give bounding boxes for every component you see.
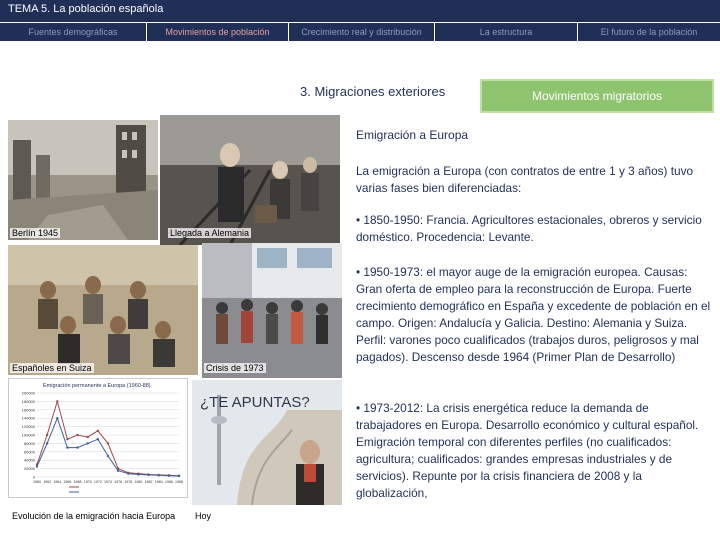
tab-movimientos-de-poblacion[interactable]: Movimientos de población — [147, 23, 288, 41]
chart-data-point — [35, 465, 39, 468]
train-station-illustration — [160, 115, 340, 245]
chart-data-point — [167, 474, 171, 477]
chart-x-tick-label: 1964 — [53, 480, 61, 484]
chart-data-point — [106, 442, 110, 445]
chart-data-point — [76, 446, 79, 449]
chart-data-point — [76, 433, 79, 437]
chart-x-ticks: 1960 1962 1964 1966 1968 1970 1972 1974 1976 1978… — [33, 480, 183, 484]
caption-chart: Evolución de la emigración hacia Europa — [10, 511, 178, 521]
photo-llegada-alemania: Llegada a Alemania — [160, 115, 340, 245]
slide-title: TEMA 5. La población española — [8, 3, 164, 15]
chart-data-point — [106, 454, 110, 458]
chart-series-line — [36, 416, 180, 477]
chart-x-tick-label: 1966 — [63, 480, 71, 484]
chart-data-point — [56, 400, 59, 403]
chart-data-point — [66, 446, 69, 449]
emigration-chart: Emigración permanente a Europa (1960-88)… — [8, 378, 188, 498]
chart-y-tick-label: 140000 — [22, 416, 36, 421]
chart-y-tick-label: 120000 — [22, 424, 36, 429]
phase-3-paragraph: • 1973-2012: La crisis energética reduce… — [356, 401, 699, 500]
chart-y-tick-label: 80000 — [24, 441, 36, 446]
subheading: Emigración a Europa — [356, 128, 469, 142]
tab-la-estructura[interactable]: La estructura — [435, 23, 577, 41]
chart-data-point — [86, 435, 89, 439]
photo-berlin-1945: Berlín 1945 — [8, 120, 158, 240]
chart-x-tick-label: 1986 — [165, 480, 173, 484]
chart-x-tick-label: 1976 — [114, 480, 122, 484]
chart-x-tick-label: 1960 — [33, 480, 41, 484]
chart-data-point — [116, 469, 120, 472]
caption-crisis: Crisis de 1973 — [204, 363, 266, 373]
chart-data-point — [157, 474, 160, 477]
photo-hoy: ¿TE APUNTAS? — [192, 380, 342, 505]
chart-data-point — [66, 438, 69, 441]
tab-fuentes-demograficas[interactable]: Fuentes demográficas — [0, 23, 146, 41]
chart-data-point — [147, 473, 150, 477]
phase-2-paragraph: • 1950-1973: el mayor auge de la emigrac… — [356, 265, 711, 364]
chart-x-tick-label: 1982 — [145, 480, 153, 484]
intro-paragraph: La emigración a Europa (con contratos de… — [356, 164, 694, 195]
today-headline: ¿TE APUNTAS? — [200, 394, 310, 411]
caption-llegada: Llegada a Alemania — [168, 228, 252, 238]
ruins-illustration — [8, 120, 158, 240]
chart-y-tick-label: 100000 — [22, 433, 36, 438]
caption-suiza: Españoles en Suiza — [10, 363, 94, 373]
chart-x-tick-label: 1962 — [43, 480, 51, 484]
section-badge[interactable]: Movimientos migratorios — [480, 79, 714, 113]
chart-y-tick-label: 0 — [33, 475, 36, 480]
emigration-line-chart: Emigración permanente a Europa (1960-88)… — [22, 383, 183, 493]
chart-series-lines — [36, 399, 180, 477]
tab-bar: Fuentes demográficas Movimientos de pobl… — [0, 22, 720, 42]
chart-data-point — [45, 442, 49, 445]
caption-berlin: Berlín 1945 — [10, 228, 61, 238]
chart-data-point — [45, 433, 49, 437]
tab-el-futuro[interactable]: El futuro de la población — [578, 23, 720, 41]
chart-x-tick-label: 1968 — [74, 480, 82, 484]
chart-title: Emigración permanente a Europa (1960-88) — [43, 383, 151, 389]
caption-hoy: Hoy — [193, 511, 214, 521]
chart-data-point — [137, 473, 140, 476]
chart-x-tick-label: 1988 — [175, 480, 183, 484]
chart-x-tick-label: 1972 — [94, 480, 102, 484]
chart-data-point — [96, 438, 100, 441]
chart-data-point — [116, 467, 120, 470]
chart-data-point — [35, 463, 39, 466]
chart-legend — [69, 486, 79, 493]
group-portrait-illustration — [8, 245, 198, 375]
chart-x-tick-label: 1980 — [134, 480, 142, 484]
photo-crisis-1973: Crisis de 1973 — [202, 243, 342, 378]
chart-data-point — [56, 417, 59, 420]
chart-y-tick-label: 60000 — [24, 449, 36, 454]
chart-y-tick-label: 40000 — [24, 458, 36, 463]
photo-espanoles-suiza: Españoles en Suiza — [8, 245, 198, 375]
chart-x-tick-label: 1970 — [84, 480, 92, 484]
chart-y-tick-label: 200000 — [22, 391, 36, 396]
chart-data-point — [96, 429, 100, 432]
section-heading: 3. Migraciones exteriores — [300, 84, 446, 99]
chart-x-tick-label: 1984 — [155, 480, 163, 484]
top-bar: TEMA 5. La población española — [0, 0, 720, 22]
crowd-illustration — [202, 243, 342, 378]
phase-1-paragraph: • 1850-1950: Francia. Agricultores estac… — [356, 213, 702, 244]
chart-y-tick-label: 160000 — [22, 407, 36, 412]
chart-y-ticks: 2000001800001600001400001200001000008000… — [22, 391, 36, 480]
chart-x-tick-label: 1974 — [104, 480, 112, 484]
chart-x-tick-label: 1978 — [124, 480, 132, 484]
chart-series-line — [36, 399, 180, 477]
chart-data-point — [86, 442, 89, 445]
chart-series-points — [35, 400, 181, 478]
tab-crecimiento-real[interactable]: Crecimiento real y distribución — [289, 23, 434, 41]
chart-data-point — [177, 474, 181, 478]
chart-data-point — [127, 472, 130, 475]
chart-y-tick-label: 20000 — [24, 466, 36, 471]
chart-y-tick-label: 180000 — [22, 399, 36, 404]
